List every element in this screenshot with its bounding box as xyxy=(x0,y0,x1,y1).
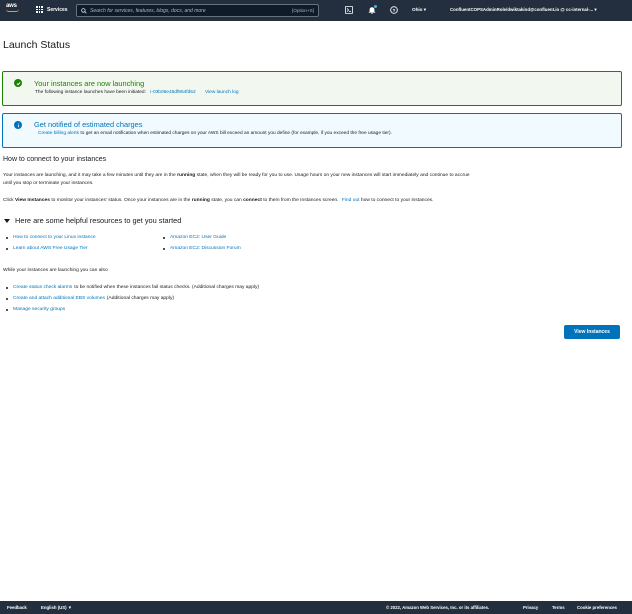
p2-text-a: Click xyxy=(3,198,14,203)
connect-paragraph-2: Click View Instances to monitor your ins… xyxy=(3,197,433,205)
services-label: Services xyxy=(47,6,68,13)
list-item: Amazon EC2: User Guide xyxy=(163,232,241,243)
list-item: Create and attach additional EBS volumes… xyxy=(6,293,259,304)
search-icon xyxy=(81,7,87,14)
services-menu-button[interactable]: Services xyxy=(36,6,68,13)
p1-text-a: Your instances are launching, and it may… xyxy=(3,173,176,178)
connect-paragraph-1: Your instances are launching, and it may… xyxy=(3,172,470,189)
ebs-volumes-link[interactable]: Create and attach additional EBS volumes xyxy=(13,296,105,301)
copyright-text: © 2022, Amazon Web Services, Inc. or its… xyxy=(386,605,490,610)
cloudshell-icon[interactable] xyxy=(344,5,354,15)
success-alert-body: The following instance launches have bee… xyxy=(35,90,239,95)
p2-running: running xyxy=(191,198,210,203)
resources-expander[interactable]: Here are some helpful resources to get y… xyxy=(4,216,181,225)
connect-heading: How to connect to your instances xyxy=(3,156,107,163)
security-groups-link[interactable]: Manage security groups xyxy=(13,307,65,312)
search-shortcut: [Option+S] xyxy=(292,8,314,13)
success-alert: Your instances are now launching The fol… xyxy=(2,71,622,106)
help-icon[interactable]: ? xyxy=(389,5,399,15)
info-alert-body: Create billing alerts to get an email no… xyxy=(38,131,392,136)
search-input[interactable] xyxy=(90,7,280,14)
aws-logo[interactable]: aws xyxy=(6,3,22,17)
caret-down-icon xyxy=(4,218,10,223)
user-guide-link[interactable]: Amazon EC2: User Guide xyxy=(170,235,226,240)
status-check-alarms-link[interactable]: Create status check alarms xyxy=(13,285,72,290)
view-instances-button[interactable]: View Instances xyxy=(564,325,620,339)
instance-id-link[interactable]: i-03b06e45df854fd52 xyxy=(150,90,195,95)
info-alert: Get notified of estimated charges Create… xyxy=(2,113,622,148)
success-alert-text: The following instance launches have bee… xyxy=(35,90,146,95)
p2-text-e: state, you can xyxy=(211,198,242,203)
svg-text:?: ? xyxy=(393,8,396,14)
list-item: How to connect to your Linux instance xyxy=(6,232,96,243)
find-out-link[interactable]: Find out xyxy=(342,198,360,203)
grid-icon xyxy=(36,6,43,13)
list-item-note: to be notified when these instances fail… xyxy=(74,285,260,290)
search-box[interactable]: [Option+S] xyxy=(76,4,319,17)
cookie-preferences-link[interactable]: Cookie preferences xyxy=(577,605,617,610)
feedback-link[interactable]: Feedback xyxy=(7,605,27,610)
bell-icon[interactable] xyxy=(367,5,377,15)
resources-right-list: Amazon EC2: User Guide Amazon EC2: Discu… xyxy=(163,232,241,254)
while-launching-list: Create status check alarms to be notifie… xyxy=(6,282,259,315)
p2-view-instances: View Instances xyxy=(14,198,50,203)
success-alert-title: Your instances are now launching xyxy=(34,79,145,88)
linux-connect-link[interactable]: How to connect to your Linux instance xyxy=(13,235,96,240)
terms-link[interactable]: Terms xyxy=(552,605,565,610)
info-icon xyxy=(14,121,22,129)
page-title: Launch Status xyxy=(3,39,71,51)
list-item: Manage security groups xyxy=(6,304,259,315)
footer: Feedback English (US) ▼ © 2022, Amazon W… xyxy=(0,601,632,614)
info-alert-text: to get an email notification when estima… xyxy=(80,131,392,136)
p1-text-c: state, when they will be ready for you t… xyxy=(196,173,470,178)
region-selector[interactable]: Ohio ▾ xyxy=(412,7,426,13)
p2-connect: connect xyxy=(243,198,262,203)
p1-running: running xyxy=(177,173,196,178)
list-item-note: (Additional charges may apply) xyxy=(106,296,175,301)
privacy-link[interactable]: Privacy xyxy=(523,605,538,610)
p2-text-c: to monitor your instances' status. Once … xyxy=(51,198,191,203)
resources-heading: Here are some helpful resources to get y… xyxy=(15,216,182,225)
aws-logo-text: aws xyxy=(6,3,17,9)
free-tier-link[interactable]: Learn about AWS Free Usage Tier xyxy=(13,246,88,251)
list-item: Learn about AWS Free Usage Tier xyxy=(6,243,96,254)
list-item: Create status check alarms to be notifie… xyxy=(6,282,259,293)
while-launching-heading: While your instances are launching you c… xyxy=(3,268,108,273)
list-item: Amazon EC2: Discussion Forum xyxy=(163,243,241,254)
account-menu[interactable]: ConfluentCOPSAdminRole/dwiktakind@conflu… xyxy=(450,7,597,13)
view-launch-log-link[interactable]: View launch log xyxy=(205,90,239,95)
notification-dot-icon xyxy=(374,5,377,8)
p1-text-d: until you stop or terminate your instanc… xyxy=(3,181,94,187)
p2-text-h: how to connect to your instances. xyxy=(360,198,434,203)
discussion-forum-link[interactable]: Amazon EC2: Discussion Forum xyxy=(170,246,241,251)
create-billing-alerts-link[interactable]: Create billing alerts xyxy=(38,131,79,136)
top-nav: aws Services [Option+S] ? Ohio ▾ Conflue… xyxy=(0,0,632,21)
success-check-icon xyxy=(14,79,22,87)
language-selector[interactable]: English (US) ▼ xyxy=(41,605,72,610)
resources-left-list: How to connect to your Linux instance Le… xyxy=(6,232,96,254)
info-alert-title: Get notified of estimated charges xyxy=(34,120,143,129)
p2-text-g: to them from the Instances screen. xyxy=(263,198,339,203)
